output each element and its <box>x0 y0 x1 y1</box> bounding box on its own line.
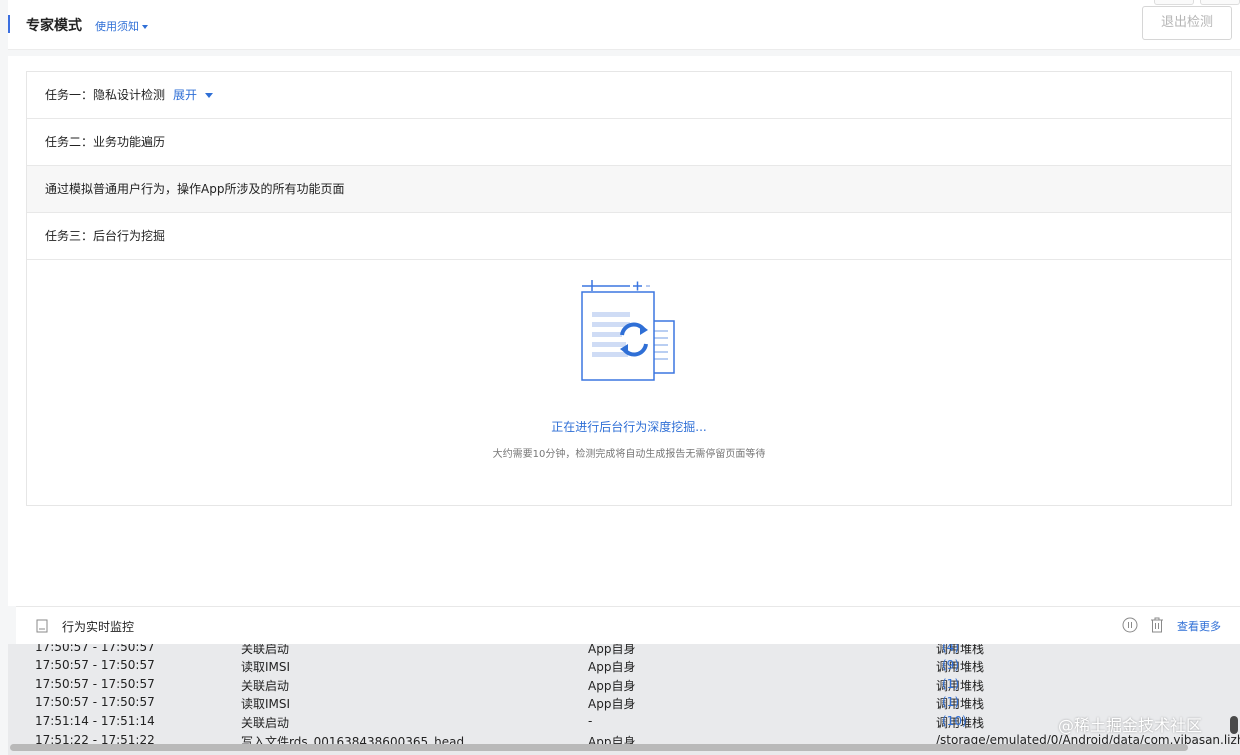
task-panel: 任务一：隐私设计检测 展开 任务二：业务功能遍历 通过模拟普通用户行为，操作App… <box>26 71 1232 506</box>
page-title: 专家模式 <box>26 18 82 34</box>
top-toolbar-stub <box>1200 0 1240 5</box>
call-stack-count-link[interactable]: (9) <box>942 658 959 672</box>
document-refresh-illustration <box>581 280 675 381</box>
task-2-description: 通过模拟普通用户行为，操作App所涉及的所有功能页面 <box>27 166 1231 213</box>
task-3-label: 任务三：后台行为挖掘 <box>45 229 166 243</box>
log-time: 17:50:57 - 17:50:57 <box>35 695 155 709</box>
log-row: 17:50:57 - 17:50:57 读取IMSI App自身 调用堆栈 (9) <box>8 658 1240 677</box>
pause-circle-icon[interactable] <box>1122 617 1138 633</box>
log-row: 17:50:57 - 17:50:57 关联启动 App自身 调用堆栈 (4) <box>8 644 1240 659</box>
chevron-down-icon <box>142 25 148 29</box>
call-stack-count-link[interactable]: (10) <box>942 714 967 728</box>
expand-label: 展开 <box>173 88 198 102</box>
call-stack-count-link[interactable]: (1) <box>942 677 959 691</box>
usage-notice-dropdown[interactable]: 使用须知 <box>95 18 148 34</box>
log-row: 17:50:57 - 17:50:57 读取IMSI App自身 调用堆栈 (1) <box>8 695 1240 714</box>
monitor-title: 行为实时监控 <box>62 620 135 634</box>
header-accent-bar <box>8 15 10 33</box>
log-time: 17:50:57 - 17:50:57 <box>35 658 155 672</box>
task-2-label: 任务二：业务功能遍历 <box>45 135 166 149</box>
horizontal-scrollbar[interactable] <box>10 744 1188 751</box>
task-1-label: 任务一：隐私设计检测 <box>45 88 166 102</box>
usage-notice-label: 使用须知 <box>95 20 139 33</box>
status-hint: 大约需要10分钟，检测完成将自动生成报告无需停留页面等待 <box>492 449 766 460</box>
log-row: 17:51:14 - 17:51:14 关联启动 - 调用堆栈 (10) <box>8 714 1240 733</box>
watermark: @稀土掘金技术社区 <box>1058 716 1203 735</box>
document-icon <box>36 619 48 633</box>
page-header: 专家模式 使用须知 退出检测 <box>8 0 1240 50</box>
log-action: 读取IMSI <box>241 697 291 711</box>
task-3-row: 任务三：后台行为挖掘 <box>27 213 1231 260</box>
status-message: 正在进行后台行为深度挖掘... <box>551 420 707 434</box>
log-row: 17:50:57 - 17:50:57 关联启动 App自身 调用堆栈 (1) <box>8 677 1240 696</box>
trash-icon[interactable] <box>1150 617 1164 633</box>
log-action: 关联启动 <box>241 679 290 693</box>
expand-toggle[interactable]: 展开 <box>173 88 214 102</box>
log-source: App自身 <box>588 697 636 711</box>
caret-down-icon <box>205 93 214 98</box>
log-source: - <box>588 714 593 728</box>
call-stack-count-link[interactable]: (1) <box>942 695 959 709</box>
log-action: 关联启动 <box>241 716 290 730</box>
log-action: 读取IMSI <box>241 660 291 674</box>
log-action: 关联启动 <box>241 644 290 656</box>
main-content: 任务一：隐私设计检测 展开 任务二：业务功能遍历 通过模拟普通用户行为，操作App… <box>8 56 1240 606</box>
task-1-row: 任务一：隐私设计检测 展开 <box>27 72 1231 119</box>
behavior-monitor-bar: 行为实时监控 查看更多 <box>16 606 1240 644</box>
task-2-row: 任务二：业务功能遍历 <box>27 119 1231 166</box>
log-time: 17:50:57 - 17:50:57 <box>35 644 155 654</box>
vertical-scrollbar[interactable] <box>1230 716 1238 734</box>
view-more-link[interactable]: 查看更多 <box>1177 618 1221 634</box>
log-source: App自身 <box>588 679 636 693</box>
exit-detection-button[interactable]: 退出检测 <box>1142 6 1232 40</box>
log-source: App自身 <box>588 644 636 656</box>
log-source: App自身 <box>588 660 636 674</box>
behavior-log-table: 17:50:57 - 17:50:57 关联启动 App自身 调用堆栈 (4) 1… <box>8 644 1240 755</box>
log-time: 17:51:14 - 17:51:14 <box>35 714 155 728</box>
log-time: 17:50:57 - 17:50:57 <box>35 677 155 691</box>
top-toolbar-stub <box>1154 0 1194 5</box>
call-stack-count-link[interactable]: (4) <box>942 644 959 654</box>
